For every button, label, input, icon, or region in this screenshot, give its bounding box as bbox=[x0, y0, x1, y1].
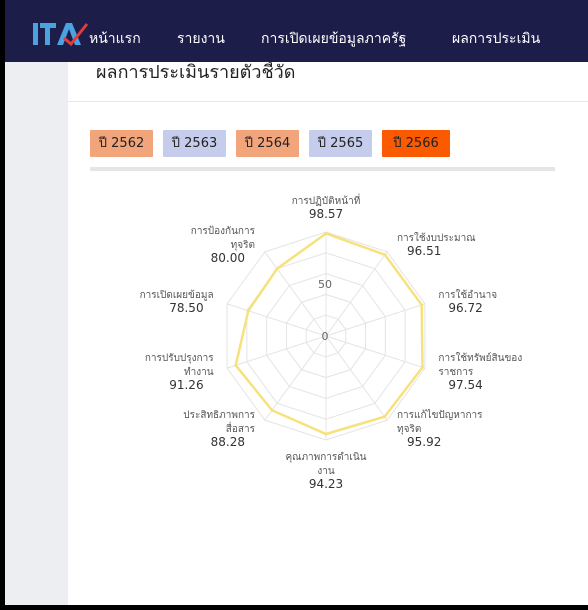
radar-data-point bbox=[324, 231, 328, 235]
left-panel bbox=[5, 62, 68, 605]
browser-viewport: ผลการประเมินรายตัวชี้วัด ปี 2562 ปี 2563… bbox=[5, 0, 588, 605]
radar-data-point bbox=[420, 303, 424, 307]
year-tab-2564[interactable]: ปี 2564 bbox=[236, 130, 299, 157]
tabs-underline bbox=[90, 167, 555, 171]
radar-spoke bbox=[325, 303, 426, 337]
radar-axis-label: การเปิดเผยข้อมูล bbox=[140, 289, 214, 301]
year-tab-2565[interactable]: ปี 2565 bbox=[309, 130, 372, 157]
radar-axis-label: การปฏิบัติหน้าที่ bbox=[292, 193, 361, 207]
radar-value-label: 94.23 bbox=[309, 477, 343, 491]
radar-spoke bbox=[325, 335, 426, 369]
year-tab-2562[interactable]: ปี 2562 bbox=[90, 130, 153, 157]
radar-tick-label: 50 bbox=[318, 278, 332, 291]
radar-axis-label: ประสิทธิภาพการ bbox=[183, 410, 255, 421]
radar-series-line bbox=[234, 232, 424, 436]
radar-axis-label: การแก้ไขปัญหาการ bbox=[397, 409, 483, 421]
radar-spoke bbox=[325, 251, 388, 337]
radar-axis-label: การปรับปรุงการ bbox=[145, 353, 214, 364]
radar-data-point bbox=[270, 408, 274, 412]
radar-data-point bbox=[234, 363, 238, 367]
radar-axis-label: ราชการ bbox=[438, 367, 473, 378]
ita-logo[interactable] bbox=[33, 20, 89, 50]
year-tab-2566[interactable]: ปี 2566 bbox=[382, 130, 450, 157]
radar-axis-label: การใช้อำนาจ bbox=[438, 289, 497, 301]
radar-value-label: 98.57 bbox=[309, 207, 343, 221]
radar-axis-label: ทุจริต bbox=[231, 240, 255, 251]
nav-home[interactable]: หน้าแรก bbox=[89, 28, 141, 50]
radar-data-point bbox=[420, 365, 424, 369]
radar-value-label: 96.72 bbox=[448, 301, 482, 315]
card-divider bbox=[68, 101, 588, 102]
radar-value-label: 88.28 bbox=[211, 435, 245, 449]
radar-chart: 050การปฏิบัติหน้าที่98.57การใช้งบประมาณ9… bbox=[140, 193, 523, 491]
radar-value-label: 95.92 bbox=[407, 435, 441, 449]
radar-axis-label: งาน bbox=[317, 466, 334, 477]
radar-value-label: 78.50 bbox=[169, 301, 203, 315]
radar-data-point bbox=[383, 253, 387, 257]
radar-data-point bbox=[246, 309, 250, 313]
nav-report[interactable]: รายงาน bbox=[177, 28, 225, 50]
radar-axis-label: ทำงาน bbox=[184, 367, 214, 378]
radar-spoke bbox=[264, 251, 327, 337]
top-navbar: หน้าแรก รายงาน การเปิดเผยข้อมูลภาครัฐ ผล… bbox=[5, 0, 588, 62]
radar-value-label: 97.54 bbox=[448, 378, 482, 392]
radar-axis-label: สื่อสาร bbox=[226, 421, 256, 435]
nav-public-info[interactable]: การเปิดเผยข้อมูลภาครัฐ bbox=[261, 28, 406, 50]
radar-spoke bbox=[226, 303, 327, 337]
radar-axis-label: การใช้ทรัพย์สินของ bbox=[438, 352, 522, 364]
radar-value-label: 80.00 bbox=[211, 251, 245, 265]
radar-data-point bbox=[324, 432, 328, 436]
radar-axis-label: ทุจริต bbox=[397, 424, 421, 435]
radar-value-label: 96.51 bbox=[407, 244, 441, 258]
radar-data-point bbox=[383, 415, 387, 419]
radar-axis-label: การใช้งบประมาณ bbox=[397, 232, 476, 244]
nav-results[interactable]: ผลการประเมิน bbox=[452, 28, 540, 50]
year-tab-2563[interactable]: ปี 2563 bbox=[163, 130, 226, 157]
radar-axis-label: คุณภาพการดำเนิน bbox=[285, 452, 366, 463]
radar-value-label: 91.26 bbox=[169, 378, 203, 392]
radar-spoke bbox=[264, 335, 327, 421]
radar-tick-label: 0 bbox=[322, 330, 329, 343]
radar-axis-label: การป้องกันการ bbox=[191, 225, 256, 237]
radar-spoke bbox=[325, 335, 388, 421]
radar-data-point bbox=[275, 267, 279, 271]
